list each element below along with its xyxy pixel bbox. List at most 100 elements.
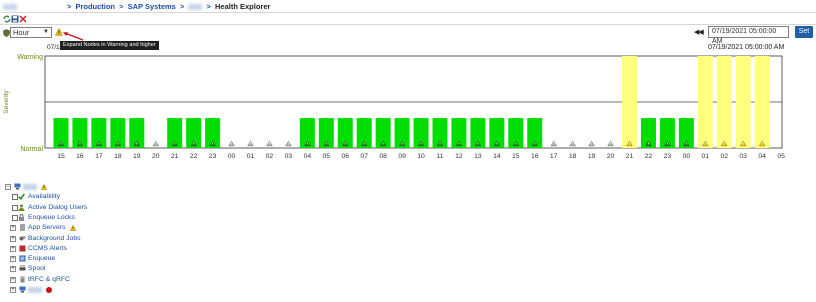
tree-node-label[interactable]: Spool <box>28 264 45 274</box>
x-tick-label: 21 <box>171 153 179 160</box>
system-icon <box>14 183 21 190</box>
tree-node[interactable]: + Enqueue <box>5 254 115 264</box>
y-axis-title: Severity <box>3 90 10 114</box>
x-tick-label: 12 <box>455 153 463 160</box>
x-tick-label: 18 <box>569 153 577 160</box>
save-icon[interactable] <box>11 15 19 23</box>
x-tick-label: 03 <box>739 153 747 160</box>
bar <box>735 56 751 148</box>
tree-node[interactable]: + tRFC & qRFC <box>5 275 115 285</box>
breadcrumb-root-redacted[interactable] <box>3 4 17 11</box>
tree-node[interactable]: Availability <box>5 192 115 202</box>
previous-period-icon[interactable]: ◀◀ <box>694 29 704 37</box>
tree-node-label[interactable]: Active Dialog Users <box>28 203 87 213</box>
tree-node-label[interactable]: CCMS Alerts <box>28 244 67 254</box>
tree-node[interactable]: + <box>5 285 115 295</box>
breadcrumb-health-explorer: Health Explorer <box>215 2 271 11</box>
check-icon <box>18 193 25 201</box>
expand-icon[interactable]: + <box>10 256 16 263</box>
expand-icon[interactable]: + <box>10 235 16 242</box>
users-icon <box>18 204 25 211</box>
x-tick-label: 17 <box>550 153 558 160</box>
bar <box>716 56 732 148</box>
x-tick-label: 09 <box>398 153 406 160</box>
expand-icon[interactable]: + <box>10 287 16 293</box>
breadcrumb: > Production > SAP Systems > > Health Ex… <box>3 2 270 12</box>
warning-icon <box>40 183 48 190</box>
tree-node[interactable]: + Background Jobs <box>5 234 115 244</box>
breadcrumb-production[interactable]: Production <box>75 2 115 11</box>
system-icon <box>19 286 26 293</box>
breadcrumb-separator: > <box>66 2 72 11</box>
error-icon <box>46 287 52 293</box>
expand-icon[interactable]: + <box>10 245 16 252</box>
x-tick-label: 06 <box>341 153 349 160</box>
x-tick-label: 13 <box>474 153 482 160</box>
tree-node-label[interactable]: Enqueue <box>28 254 55 264</box>
x-tick-label: 23 <box>664 153 672 160</box>
tree-node[interactable]: + App Servers <box>5 223 115 233</box>
bar <box>754 56 770 148</box>
x-tick-label: 04 <box>758 153 766 160</box>
x-tick-label: 00 <box>683 153 691 160</box>
set-button[interactable]: Set <box>795 26 813 38</box>
refresh-icon[interactable] <box>3 15 11 23</box>
x-tick-label: 01 <box>247 153 255 160</box>
jobs-icon <box>19 235 26 242</box>
bar <box>622 56 637 148</box>
tree-node[interactable]: + CCMS Alerts <box>5 244 115 254</box>
x-tick-label: 20 <box>152 153 160 160</box>
tree-node[interactable]: Active Dialog Users <box>5 203 115 213</box>
breadcrumb-separator: > <box>206 2 211 11</box>
expand-icon[interactable]: + <box>10 266 16 273</box>
datetime-input[interactable]: 07/19/2021 05:00:00 AM <box>708 26 789 45</box>
breadcrumb-sap-systems[interactable]: SAP Systems <box>128 2 176 11</box>
x-tick-label: 18 <box>114 153 122 160</box>
remove-icon[interactable] <box>19 15 27 23</box>
divider <box>0 24 816 25</box>
x-tick-label: 15 <box>57 153 65 160</box>
expand-icon[interactable]: + <box>10 225 16 232</box>
tree-node-label[interactable] <box>23 184 37 190</box>
enqueue-icon <box>19 255 26 262</box>
breadcrumb-system-redacted[interactable] <box>188 4 203 11</box>
x-tick-label: 21 <box>626 153 634 160</box>
tree-node-label[interactable]: tRFC & qRFC <box>28 275 70 285</box>
tree-node-label[interactable]: Enqueue Locks <box>28 213 75 223</box>
x-tick-label: 22 <box>190 153 198 160</box>
rfc-icon <box>19 276 26 283</box>
x-tick-label: 10 <box>417 153 425 160</box>
printer-icon <box>19 265 26 272</box>
bar <box>697 56 713 148</box>
x-tick-label: 11 <box>436 153 443 160</box>
breadcrumb-separator: > <box>119 2 124 11</box>
health-chart: Warning Normal Severity 15 16 17 18 19 20 21 22 23 0… <box>3 54 785 160</box>
tree-node-label[interactable]: App Servers <box>28 223 65 233</box>
granularity-value: Hour <box>13 28 30 37</box>
x-tick-label: 02 <box>266 153 274 160</box>
x-tick-label: 03 <box>285 153 293 160</box>
x-tick-label: 19 <box>588 153 596 160</box>
y-tick-label: Warning <box>17 54 43 61</box>
x-tick-label: 15 <box>512 153 520 160</box>
x-tick-label: 02 <box>720 153 728 160</box>
tooltip: Expand Nodes in Warning and higher <box>60 41 159 50</box>
x-tick-label: 17 <box>95 153 103 160</box>
breadcrumb-separator: > <box>179 2 185 11</box>
x-tick-label: 20 <box>607 153 615 160</box>
x-tick-label: 04 <box>304 153 312 160</box>
tree-node-label[interactable] <box>28 287 42 293</box>
tree-node[interactable]: + Spool <box>5 264 115 274</box>
x-tick-label: 00 <box>228 153 236 160</box>
chevron-down-icon: ▼ <box>43 29 49 35</box>
expand-icon[interactable]: + <box>10 276 16 283</box>
tree-node[interactable]: Enqueue Locks <box>5 213 115 223</box>
tree-node-label[interactable]: Background Jobs <box>28 234 81 244</box>
breadcrumb-root-redacted-text[interactable] <box>19 2 63 11</box>
collapse-icon[interactable]: − <box>5 184 11 190</box>
tree-node[interactable]: − <box>5 182 115 192</box>
tree-node-label[interactable]: Availability <box>28 192 60 202</box>
server-icon <box>19 224 26 231</box>
y-tick-label: Normal <box>20 146 43 153</box>
granularity-select[interactable]: Hour ▼ <box>10 27 52 38</box>
